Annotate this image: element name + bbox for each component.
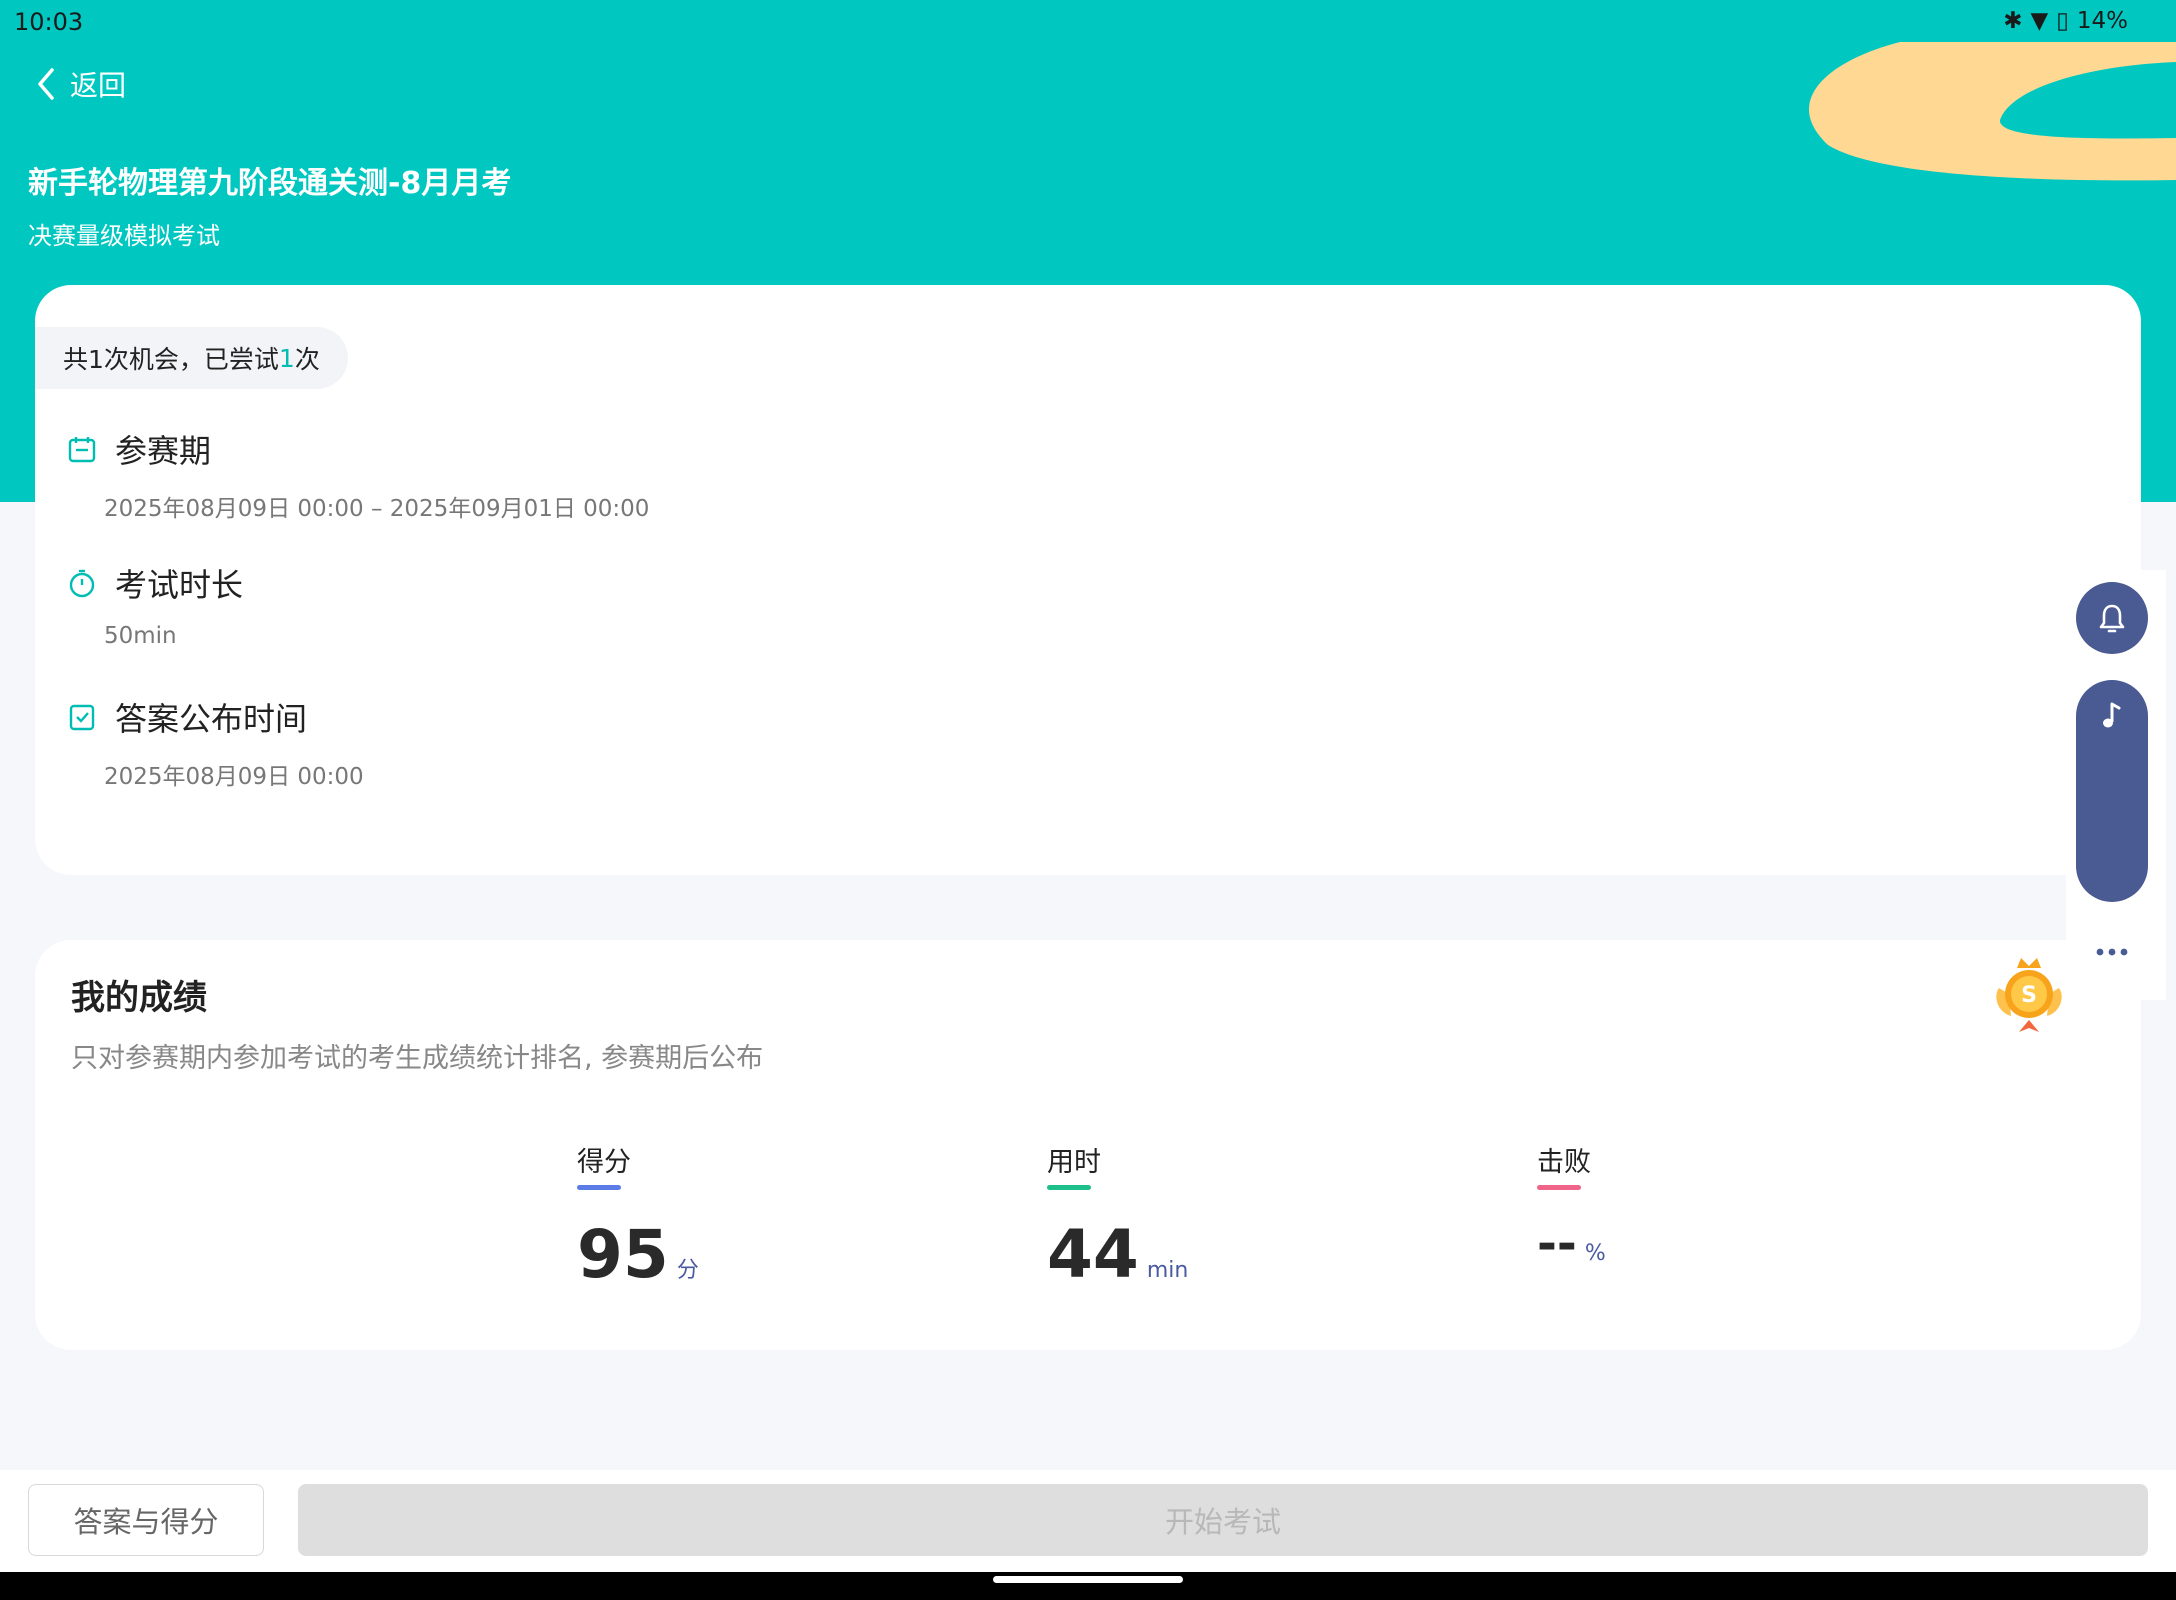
attempts-count: 1 [278, 343, 295, 373]
stat-score-unit: 分 [676, 1258, 699, 1283]
attempts-badge: 共1次机会，已尝试 1 次 [35, 327, 348, 389]
chevron-left-icon [38, 68, 54, 100]
stat-beat-number: -- [1537, 1216, 1577, 1272]
calendar-icon [68, 437, 96, 463]
stat-score-number: 95 [577, 1216, 669, 1293]
bell-icon [2099, 604, 2125, 633]
stat-time-value: 44 min [1047, 1216, 1188, 1293]
page-subtitle: 决赛量级模拟考试 [28, 222, 220, 250]
duration-row: 考试时长 [67, 560, 243, 606]
stat-time-label: 用时 [1047, 1147, 1101, 1178]
duration-label: 考试时长 [115, 566, 244, 604]
stat-score: 得分 95 分 [577, 1140, 699, 1293]
stopwatch-icon [69, 569, 95, 598]
stat-beat-label: 击败 [1537, 1147, 1591, 1178]
start-exam-button[interactable]: 开始考试 [298, 1484, 2148, 1556]
battery-level: 14% [2076, 8, 2128, 34]
music-button[interactable] [2076, 680, 2148, 902]
stat-score-label: 得分 [577, 1147, 631, 1178]
attempts-suffix: 次 [294, 345, 320, 374]
stat-beat-value: --% [1537, 1216, 1606, 1272]
attempts-prefix: 共1次机会，已尝试 [63, 345, 279, 374]
page-title: 新手轮物理第九阶段通关测-8月月考 [28, 166, 512, 201]
score-description: 只对参赛期内参加考试的考生成绩统计排名, 参赛期后公布 [71, 1043, 764, 1074]
period-value: 2025年08月09日 00:00 – 2025年09月01日 00:00 [104, 496, 650, 522]
score-card: 我的成绩 只对参赛期内参加考试的考生成绩统计排名, 参赛期后公布 S 得分 95… [35, 940, 2141, 1350]
answer-time-value: 2025年08月09日 00:00 [104, 764, 364, 790]
stat-score-underline [577, 1185, 621, 1190]
stat-beat: 击败 --% [1537, 1140, 1606, 1272]
status-time: 10:03 [14, 8, 84, 36]
score-title: 我的成绩 [71, 978, 207, 1018]
back-button[interactable]: 返回 [32, 64, 126, 104]
medal-icon: S [1996, 958, 2062, 1032]
bottom-action-bar: 答案与得分 开始考试 [0, 1470, 2176, 1572]
period-label: 参赛期 [115, 432, 212, 470]
stat-time: 用时 44 min [1047, 1140, 1188, 1293]
stat-time-underline [1047, 1185, 1091, 1190]
music-note-icon [2103, 702, 2121, 728]
answer-time-label: 答案公布时间 [115, 700, 308, 738]
duration-value: 50min [104, 623, 177, 649]
stat-beat-underline [1537, 1185, 1581, 1190]
answers-and-scores-button[interactable]: 答案与得分 [28, 1484, 264, 1556]
notification-button[interactable] [2076, 582, 2148, 654]
stat-score-value: 95 分 [577, 1216, 699, 1293]
stat-time-number: 44 [1047, 1216, 1139, 1293]
svg-text:S: S [2021, 983, 2037, 1008]
wifi-icon: ▼ [2030, 8, 2049, 34]
more-icon[interactable] [2092, 940, 2132, 964]
bluetooth-icon: ✱ [2003, 8, 2023, 34]
home-gesture-handle[interactable] [993, 1576, 1183, 1583]
stat-beat-unit: % [1584, 1241, 1606, 1266]
answer-time-row: 答案公布时间 [67, 694, 307, 740]
back-label: 返回 [70, 69, 127, 102]
stat-time-unit: min [1146, 1258, 1189, 1283]
checklist-icon [69, 704, 95, 731]
exam-info-card: 共1次机会，已尝试 1 次 参赛期 2025年08月09日 00:00 – 2025… [35, 285, 2141, 875]
status-icons: ✱ ▼ ▯ 14% [2003, 8, 2128, 34]
period-row: 参赛期 [67, 426, 211, 472]
battery-icon: ▯ [2056, 8, 2069, 34]
